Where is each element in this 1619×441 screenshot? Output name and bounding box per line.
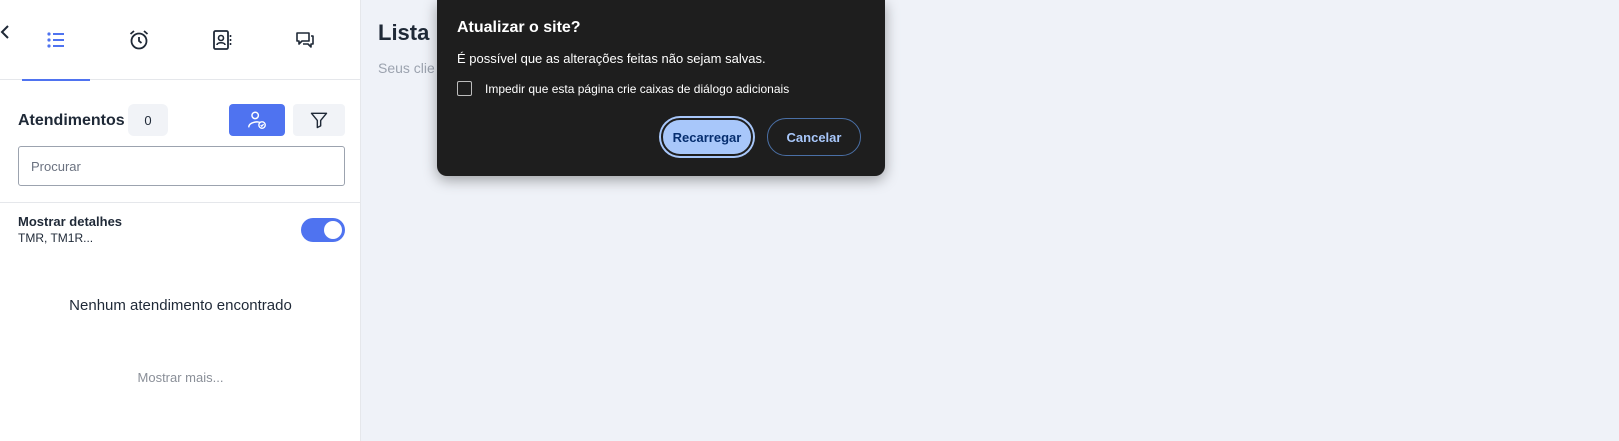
tab-contacts[interactable]	[188, 0, 256, 80]
user-check-icon	[248, 111, 266, 129]
page-title: Lista	[378, 20, 430, 45]
show-details-label: Mostrar detalhes	[18, 214, 123, 229]
show-details-subtitle: TMR, TM1R...	[18, 231, 94, 245]
divider	[0, 202, 361, 203]
search-input[interactable]	[18, 146, 345, 186]
filter-button[interactable]	[293, 104, 345, 136]
toggle-knob	[324, 221, 342, 239]
tab-list[interactable]	[22, 0, 90, 81]
list-icon	[47, 32, 64, 48]
contact-book-icon	[213, 30, 232, 50]
atendimentos-header: Atendimentos 0	[18, 104, 345, 138]
section-title: Atendimentos	[18, 112, 125, 129]
reload-button[interactable]: Recarregar	[661, 118, 753, 156]
show-details-toggle[interactable]	[301, 218, 345, 242]
dialog-message: É possível que as alterações feitas não …	[457, 51, 766, 66]
assigned-to-me-button[interactable]	[229, 104, 285, 136]
sidebar-tabs	[0, 0, 361, 81]
prevent-dialogs-checkbox[interactable]	[457, 81, 472, 96]
app-root: Atendimentos 0 Mostrar detalhes TMR, TM1…	[0, 0, 1619, 441]
show-more-link[interactable]: Mostrar mais...	[0, 370, 361, 385]
alarm-clock-icon	[129, 30, 149, 50]
empty-message: Nenhum atendimento encontrado	[69, 297, 292, 314]
count-badge: 0	[128, 104, 168, 136]
tab-alarm[interactable]	[105, 0, 173, 80]
filter-icon	[310, 112, 328, 129]
tab-chats[interactable]	[271, 0, 339, 80]
sidebar: Atendimentos 0 Mostrar detalhes TMR, TM1…	[0, 0, 361, 441]
chat-bubbles-icon	[296, 32, 314, 48]
dialog-title: Atualizar o site?	[457, 19, 581, 36]
page-subtitle: Seus clie	[378, 60, 435, 76]
reload-dialog: Atualizar o site? É possível que as alte…	[437, 0, 885, 176]
cancel-button[interactable]: Cancelar	[767, 118, 861, 156]
prevent-dialogs-label[interactable]: Impedir que esta página crie caixas de d…	[485, 82, 789, 96]
